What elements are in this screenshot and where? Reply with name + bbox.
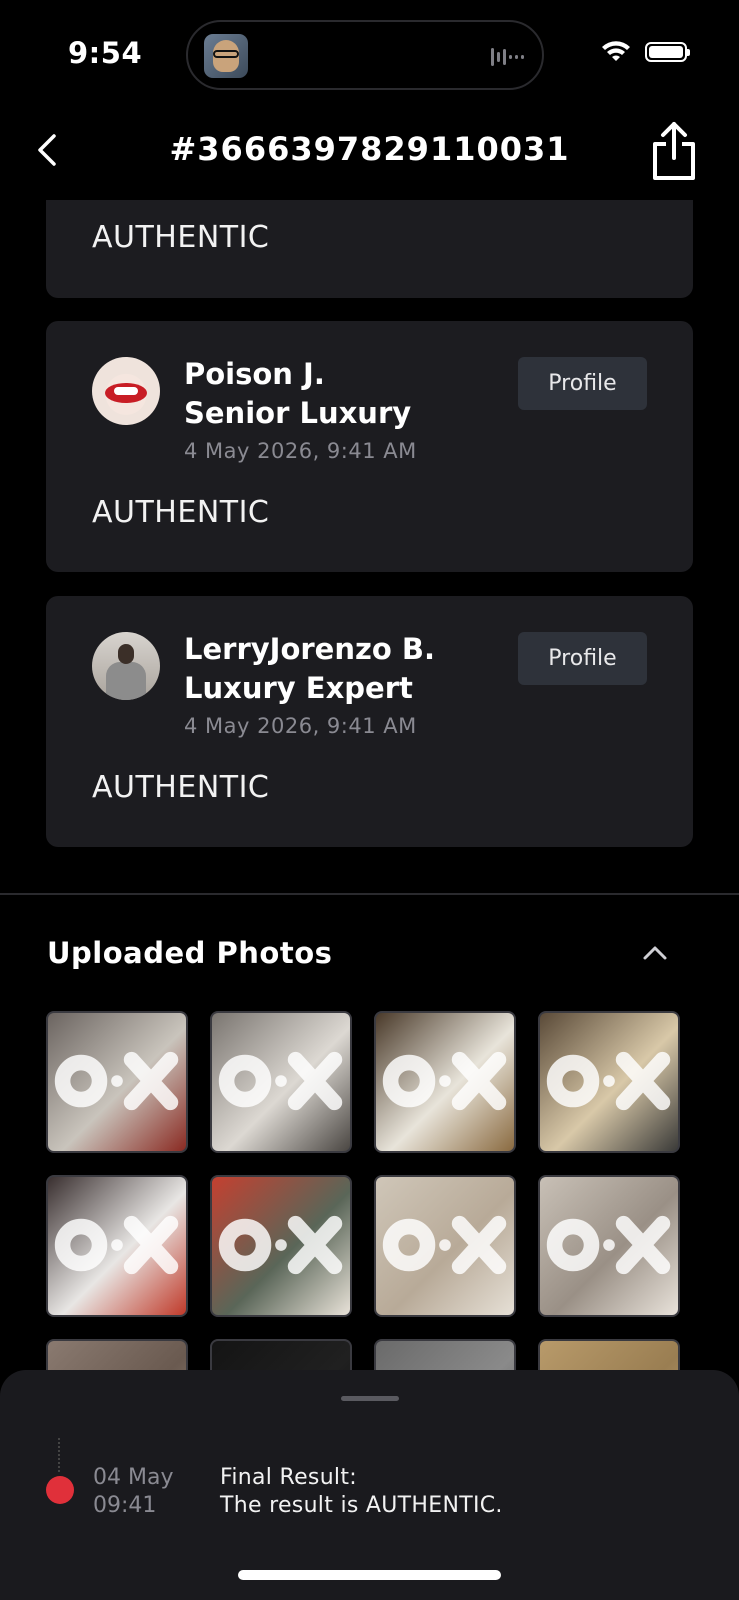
live-activity-avatar — [204, 34, 248, 78]
clock: 9:54 — [68, 36, 143, 70]
photo-thumbnail-sneaker-side[interactable] — [46, 1011, 188, 1153]
authenticator-avatar[interactable] — [92, 357, 160, 425]
verdict-text: AUTHENTIC — [92, 220, 270, 255]
bottom-sheet[interactable]: 04 May 09:41 Final Result: The result is… — [0, 1370, 739, 1600]
battery-icon — [645, 42, 690, 62]
verdict-text: AUTHENTIC — [92, 495, 270, 530]
timeline-connector — [58, 1438, 62, 1472]
photo-thumbnail-insole[interactable] — [46, 1175, 188, 1317]
photo-thumbnail-monogram-lining[interactable] — [374, 1175, 516, 1317]
watermark-icon — [218, 1215, 343, 1275]
dynamic-island[interactable] — [186, 20, 544, 90]
status-bar: 9:54 — [0, 0, 739, 110]
chevron-up-icon[interactable] — [641, 942, 669, 962]
share-icon[interactable] — [649, 120, 699, 182]
wifi-icon — [602, 41, 630, 61]
timeline-dot — [46, 1476, 74, 1504]
authenticator-name: Poison J. Senior Luxury — [184, 357, 412, 430]
audio-wave-icon — [491, 46, 524, 68]
photo-grid — [46, 1011, 696, 1371]
verdict-date: 4 May 2026, 9:41 AM — [184, 714, 417, 738]
watermark-icon — [382, 1215, 507, 1275]
photo-thumbnail-row3-b[interactable] — [210, 1339, 352, 1371]
photo-thumbnail-row3-c[interactable] — [374, 1339, 516, 1371]
photo-thumbnail-row3-a[interactable] — [46, 1339, 188, 1371]
verdict-card: AUTHENTIC — [46, 200, 693, 298]
watermark-icon — [54, 1051, 179, 1111]
authenticator-avatar[interactable] — [92, 632, 160, 700]
nav-bar: #3666397829110031 — [0, 112, 739, 196]
verdict-date: 4 May 2026, 9:41 AM — [184, 439, 417, 463]
watermark-icon — [546, 1051, 671, 1111]
page-title: #3666397829110031 — [169, 130, 570, 168]
watermark-icon — [54, 1215, 179, 1275]
watermark-icon — [218, 1051, 343, 1111]
watermark-icon — [382, 1051, 507, 1111]
profile-button[interactable]: Profile — [518, 357, 647, 410]
home-indicator[interactable] — [238, 1570, 501, 1580]
photo-thumbnail-sneaker-held[interactable] — [210, 1011, 352, 1153]
section-divider — [0, 893, 739, 895]
photo-thumbnail-sneaker-top[interactable] — [538, 1175, 680, 1317]
photo-thumbnail-row3-d[interactable] — [538, 1339, 680, 1371]
watermark-icon — [546, 1215, 671, 1275]
photo-thumbnail-sneaker-heel[interactable] — [374, 1011, 516, 1153]
timeline-text: Final Result: The result is AUTHENTIC. — [220, 1465, 503, 1518]
timeline-date: 04 May 09:41 — [93, 1465, 174, 1518]
photo-thumbnail-outsole-green[interactable] — [210, 1175, 352, 1317]
photo-thumbnail-sole-held[interactable] — [538, 1011, 680, 1153]
verdict-text: AUTHENTIC — [92, 770, 270, 805]
verdict-card: LerryJorenzo B. Luxury Expert 4 May 2026… — [46, 596, 693, 847]
verdict-card: Poison J. Senior Luxury 4 May 2026, 9:41… — [46, 321, 693, 572]
section-title: Uploaded Photos — [47, 936, 333, 970]
authenticator-name: LerryJorenzo B. Luxury Expert — [184, 632, 436, 705]
sheet-grabber[interactable] — [341, 1396, 399, 1401]
profile-button[interactable]: Profile — [518, 632, 647, 685]
